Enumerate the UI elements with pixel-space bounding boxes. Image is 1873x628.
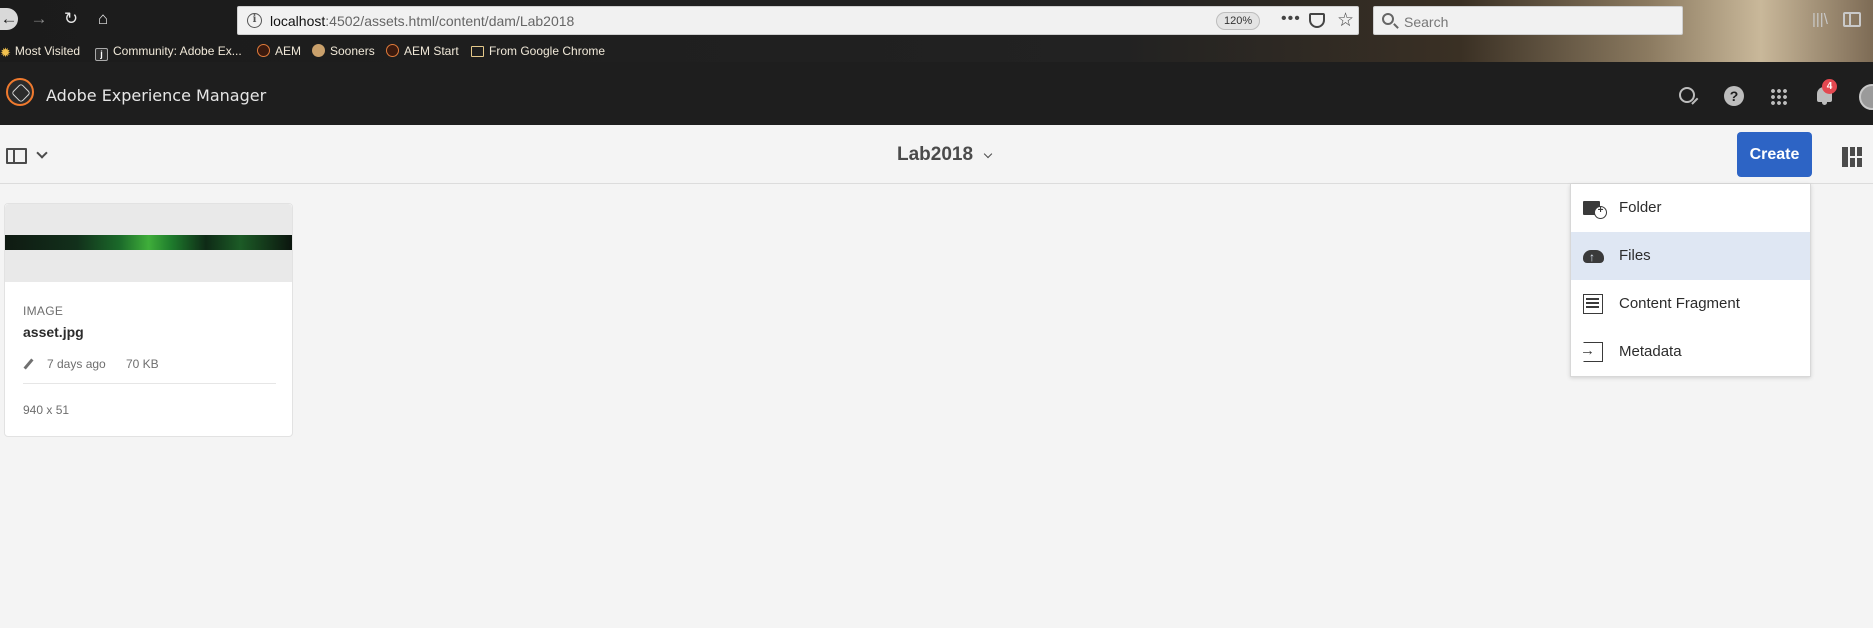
bookmark-star-icon[interactable]: ☆ bbox=[1337, 9, 1354, 32]
url-bar[interactable]: i localhost:4502/assets.html/content/dam… bbox=[237, 6, 1359, 35]
app-title[interactable]: Adobe Experience Manager bbox=[46, 86, 266, 105]
menu-item-label: Metadata bbox=[1619, 343, 1682, 360]
create-menu: Folder Files Content Fragment Metadata bbox=[1570, 184, 1811, 377]
view-tile bbox=[1842, 147, 1848, 167]
shell-header: Adobe Experience Manager ? 4 bbox=[0, 62, 1873, 125]
card-divider bbox=[23, 383, 276, 384]
aem-icon bbox=[257, 44, 270, 57]
asset-size: 70 KB bbox=[126, 357, 159, 371]
asset-dimensions: 940 x 51 bbox=[23, 403, 70, 417]
menu-item-metadata[interactable]: Metadata bbox=[1571, 328, 1810, 376]
gear-icon: ✹ bbox=[0, 45, 11, 60]
aem-icon bbox=[386, 44, 399, 57]
bookmark-sooners[interactable]: Sooners bbox=[312, 42, 375, 60]
zoom-level-badge[interactable]: 120% bbox=[1216, 12, 1261, 30]
community-icon: j bbox=[95, 48, 108, 61]
browser-chrome: ← → ↻ ⌂ i localhost:4502/assets.html/con… bbox=[0, 0, 1873, 62]
action-bar: Lab2018 Create bbox=[0, 125, 1873, 184]
back-icon[interactable]: ← bbox=[0, 8, 18, 30]
search-icon bbox=[1382, 13, 1394, 25]
url-text[interactable]: localhost:4502/assets.html/content/dam/L… bbox=[270, 13, 574, 29]
url-path: :4502/assets.html/content/dam/Lab2018 bbox=[325, 13, 575, 29]
asset-name: asset.jpg bbox=[23, 324, 84, 340]
view-switcher-icon[interactable] bbox=[1842, 147, 1862, 167]
view-tile bbox=[1857, 158, 1862, 167]
menu-item-files[interactable]: Files bbox=[1571, 232, 1810, 280]
site-info-icon[interactable]: i bbox=[247, 13, 262, 28]
folder-add-icon bbox=[1583, 198, 1607, 219]
library-icon[interactable]: |||\ bbox=[1812, 11, 1830, 28]
forward-icon[interactable]: → bbox=[28, 8, 50, 30]
thumbnail-image bbox=[5, 235, 292, 250]
menu-item-label: Content Fragment bbox=[1619, 295, 1740, 312]
page-actions-icon[interactable]: ••• bbox=[1281, 10, 1301, 28]
pocket-icon[interactable] bbox=[1309, 13, 1325, 28]
bookmark-label: AEM bbox=[275, 44, 302, 58]
url-host: localhost bbox=[270, 13, 326, 29]
bookmark-community[interactable]: j Community: Adobe Ex... bbox=[95, 42, 242, 61]
menu-item-content-fragment[interactable]: Content Fragment bbox=[1571, 280, 1810, 328]
bookmark-label: Sooners bbox=[330, 44, 375, 58]
folder-title[interactable]: Lab2018 bbox=[897, 144, 973, 166]
bookmark-label: Most Visited bbox=[14, 44, 81, 58]
bookmark-aem[interactable]: AEM bbox=[257, 42, 301, 60]
search-icon[interactable] bbox=[1679, 87, 1695, 103]
browser-search-input[interactable]: Search bbox=[1373, 6, 1683, 35]
reload-icon[interactable]: ↻ bbox=[60, 8, 82, 30]
menu-item-label: Files bbox=[1619, 247, 1651, 264]
content-fragment-icon bbox=[1583, 294, 1603, 314]
solutions-grid-icon[interactable] bbox=[1770, 88, 1788, 106]
bookmark-folder-google-chrome[interactable]: From Google Chrome bbox=[471, 42, 605, 60]
menu-item-label: Folder bbox=[1619, 199, 1662, 216]
help-icon[interactable]: ? bbox=[1724, 86, 1744, 106]
asset-type: IMAGE bbox=[23, 304, 64, 318]
bookmark-label: From Google Chrome bbox=[489, 44, 606, 58]
view-tile bbox=[1850, 158, 1855, 167]
bookmark-label: Community: Adobe Ex... bbox=[113, 44, 242, 58]
search-placeholder: Search bbox=[1404, 14, 1449, 30]
sidebar-toggle-icon[interactable] bbox=[1843, 12, 1861, 27]
bookmark-aem-start[interactable]: AEM Start bbox=[386, 42, 459, 60]
rail-toggle-icon[interactable] bbox=[6, 148, 27, 164]
bookmark-label: AEM Start bbox=[404, 44, 459, 58]
asset-thumbnail[interactable] bbox=[5, 204, 292, 282]
home-icon[interactable]: ⌂ bbox=[92, 8, 114, 30]
user-avatar[interactable] bbox=[1859, 84, 1873, 110]
folder-icon bbox=[471, 46, 484, 57]
pencil-icon bbox=[23, 358, 34, 370]
import-metadata-icon bbox=[1580, 342, 1603, 362]
browser-toolbar: ← → ↻ ⌂ i localhost:4502/assets.html/con… bbox=[0, 0, 1873, 40]
aem-logo-icon[interactable] bbox=[6, 78, 34, 106]
view-tile bbox=[1857, 147, 1862, 156]
bookmarks-toolbar: ✹ Most Visited j Community: Adobe Ex... AE… bbox=[0, 40, 1873, 62]
notification-count-badge[interactable]: 4 bbox=[1822, 79, 1837, 94]
create-button[interactable]: Create bbox=[1737, 132, 1812, 177]
chevron-down-icon[interactable] bbox=[36, 147, 48, 159]
cloud-upload-icon bbox=[1583, 246, 1604, 266]
asset-modified: 7 days ago bbox=[47, 357, 106, 371]
bookmark-most-visited[interactable]: ✹ Most Visited bbox=[0, 42, 80, 60]
sooners-icon bbox=[312, 44, 325, 57]
view-tile bbox=[1850, 147, 1855, 156]
chevron-down-icon[interactable] bbox=[983, 149, 993, 159]
asset-card[interactable]: IMAGE asset.jpg 7 days ago 70 KB 940 x 5… bbox=[4, 203, 293, 437]
menu-item-folder[interactable]: Folder bbox=[1571, 184, 1810, 232]
